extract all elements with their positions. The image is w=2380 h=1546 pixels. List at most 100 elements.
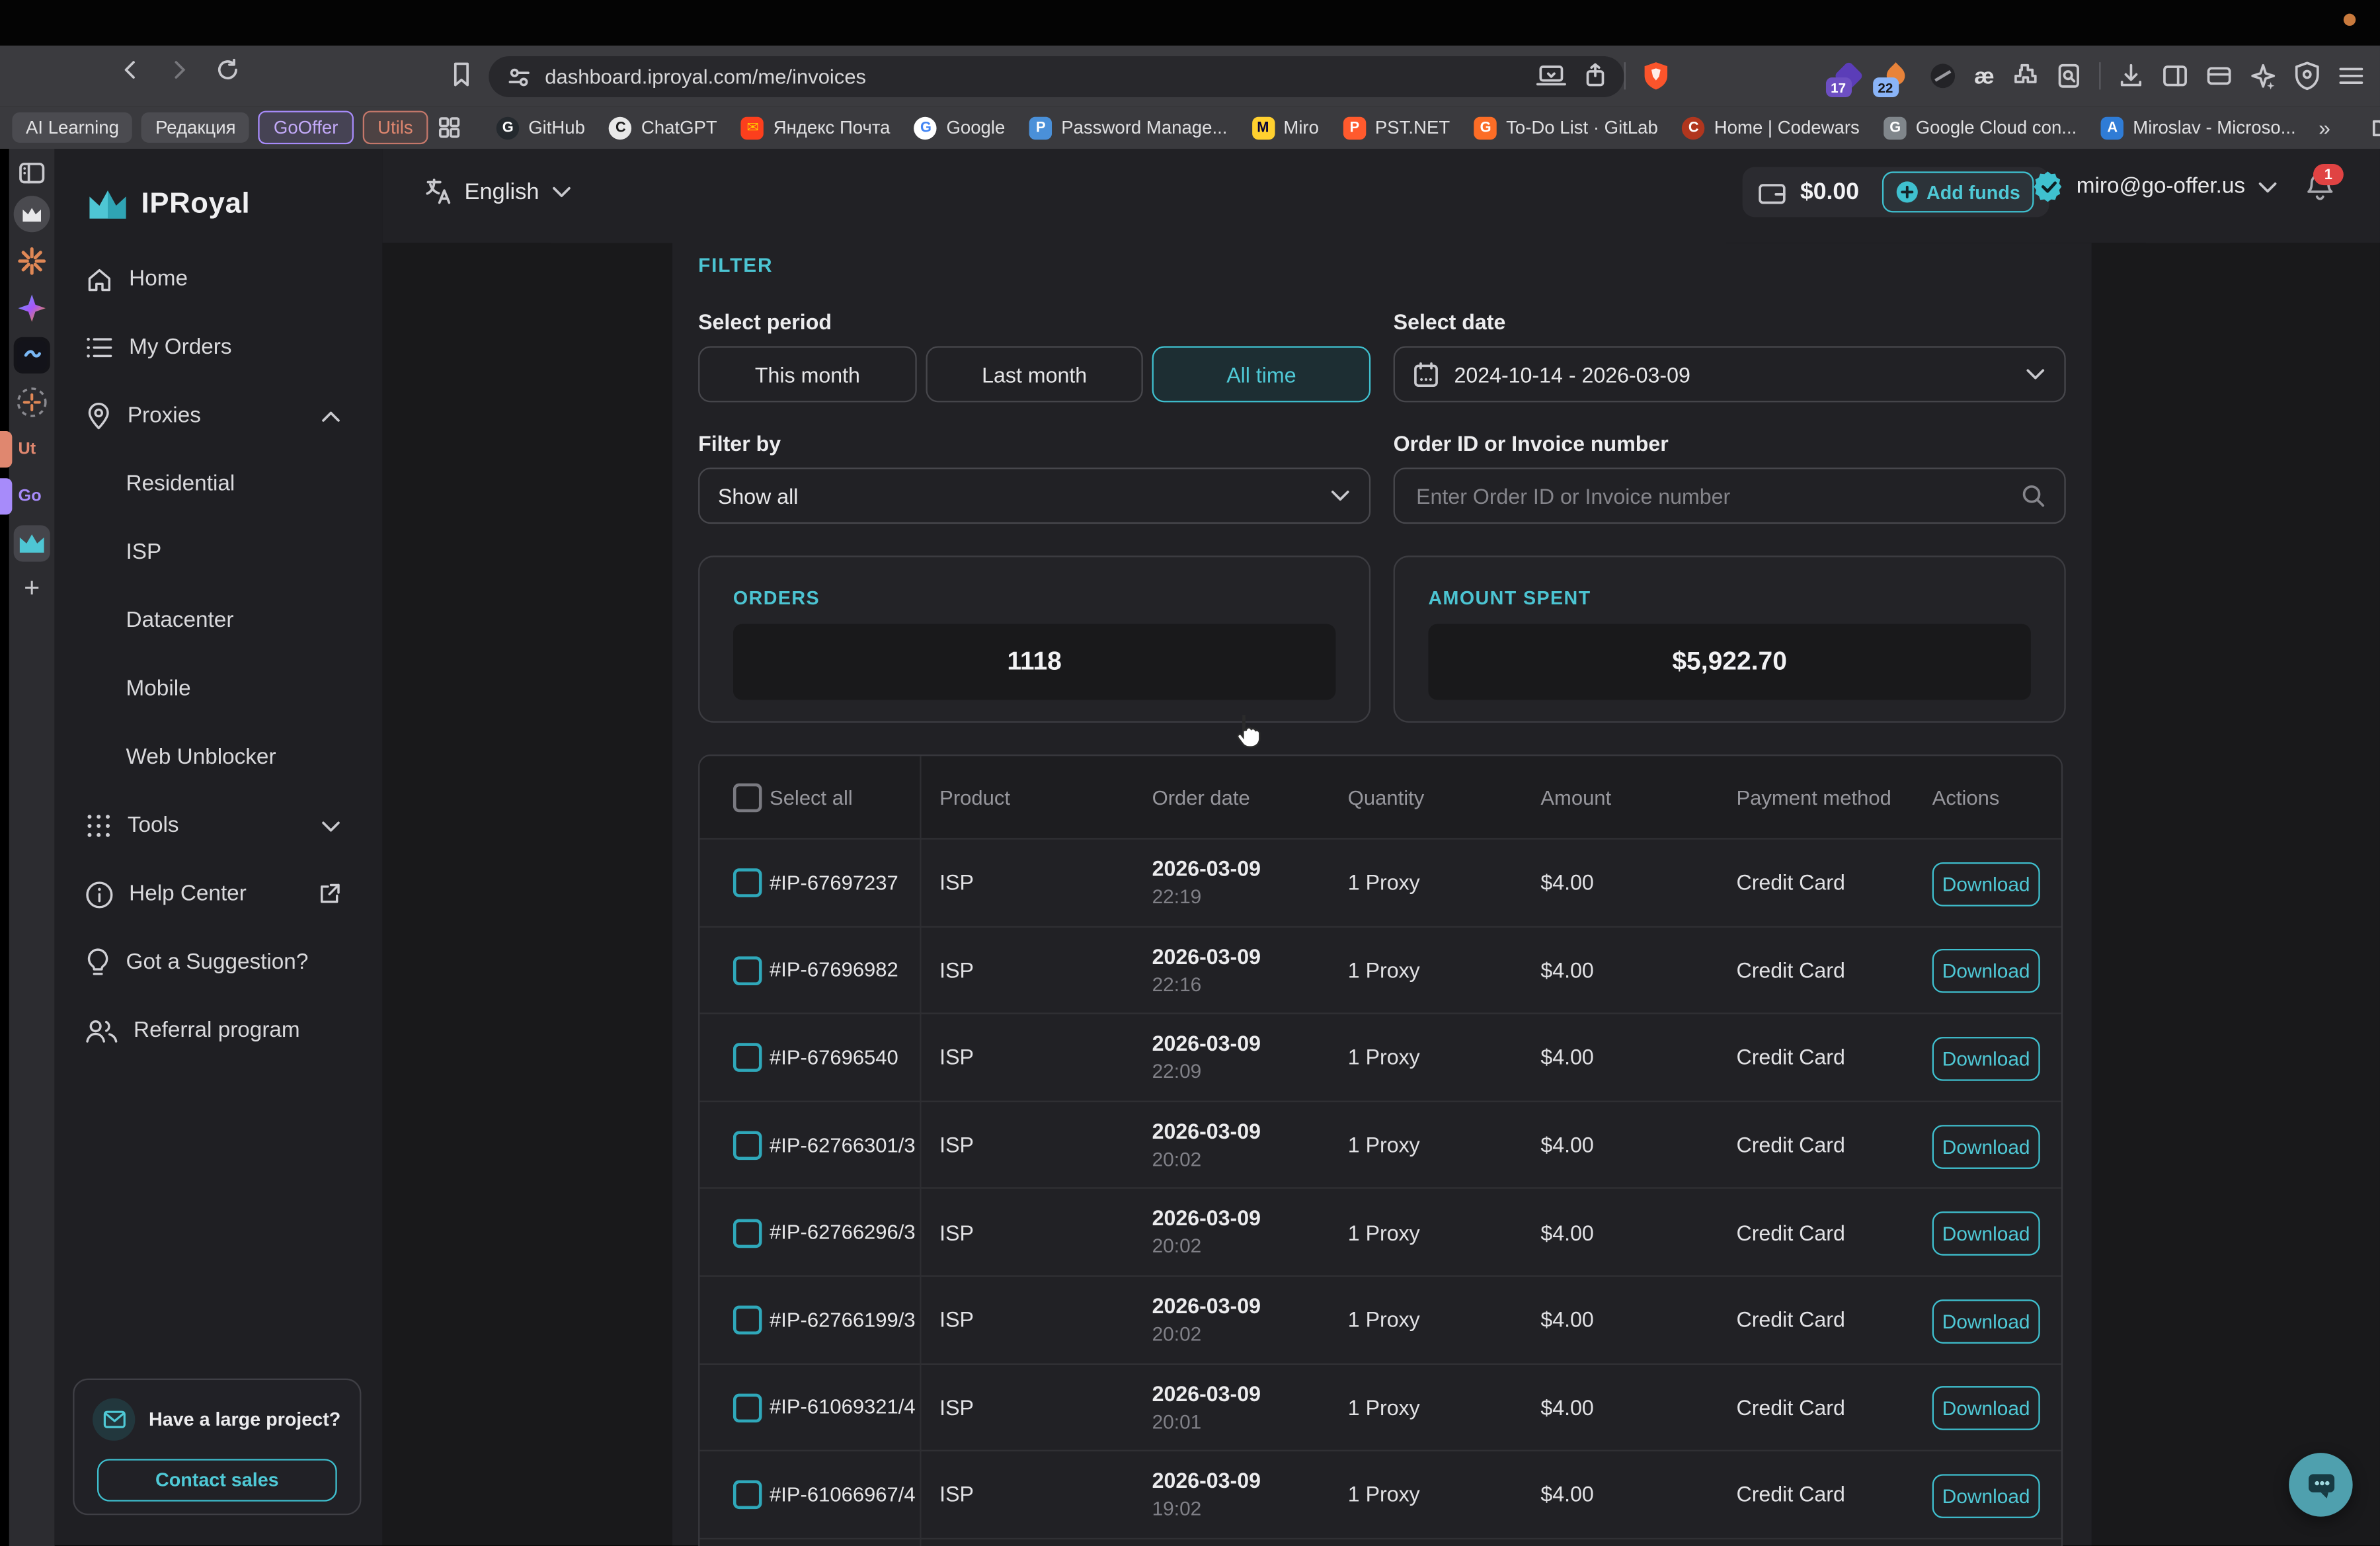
- row-checkbox[interactable]: [733, 869, 762, 898]
- downloads-icon[interactable]: [2118, 62, 2145, 89]
- sidebar-item-help-center[interactable]: Help Center: [85, 868, 352, 920]
- bookmarks-overflow-chevron[interactable]: »: [2313, 115, 2336, 140]
- extension-dark-icon[interactable]: [1927, 61, 1958, 91]
- bookmark-item[interactable]: M Miro: [1244, 116, 1327, 139]
- tab-crown-icon[interactable]: [14, 196, 50, 232]
- divider: [2099, 62, 2100, 89]
- sidebar-item-residential[interactable]: Residential: [85, 458, 393, 510]
- bookmark-chip[interactable]: Редакция: [141, 112, 249, 143]
- extension-purple-icon[interactable]: 17: [1833, 61, 1864, 91]
- laptop-sync-icon[interactable]: [1536, 63, 1566, 88]
- bookmark-item[interactable]: ✉ Яндекс Почта: [734, 116, 898, 139]
- bookmark-item[interactable]: P Password Manage...: [1022, 116, 1235, 139]
- filter-by-select[interactable]: Show all: [698, 468, 1370, 524]
- gitlab-icon: G: [1474, 116, 1497, 139]
- row-checkbox[interactable]: [733, 1043, 762, 1073]
- row-checkbox[interactable]: [733, 1131, 762, 1160]
- download-button[interactable]: Download: [1932, 1387, 2040, 1431]
- back-icon[interactable]: [118, 58, 143, 82]
- bookmarks-bar: AI Learning Редакция GoOffer Utils G GitHub…: [0, 106, 2380, 149]
- period-all-time-button[interactable]: All time: [1152, 346, 1371, 402]
- bookmark-item[interactable]: G To-Do List · GitLab: [1466, 116, 1665, 139]
- sidebar-item-got-a-suggestion-[interactable]: Got a Suggestion?: [85, 937, 352, 989]
- address-bar[interactable]: dashboard.iproyal.com/me/invoices: [489, 56, 1624, 97]
- bookmark-chip[interactable]: AI Learning: [12, 112, 132, 143]
- reload-icon[interactable]: [216, 58, 240, 82]
- download-button[interactable]: Download: [1932, 1212, 2040, 1256]
- iproyal-logo[interactable]: IPRoyal: [88, 188, 250, 222]
- sidebar-item-datacenter[interactable]: Datacenter: [85, 595, 393, 647]
- tab-codeium-icon[interactable]: [14, 337, 50, 374]
- order-id-search-input[interactable]: [1413, 482, 2004, 509]
- tab-panel-toggle-icon[interactable]: [19, 161, 46, 185]
- contact-sales-button[interactable]: Contact sales: [97, 1459, 337, 1501]
- tab-gemini-icon[interactable]: [14, 290, 50, 327]
- bookmark-item[interactable]: G GitHub: [489, 116, 592, 139]
- language-selector[interactable]: English: [425, 178, 573, 205]
- tab-iproyal-active[interactable]: [14, 525, 50, 561]
- sidebar-item-web-unblocker[interactable]: Web Unblocker: [85, 732, 393, 784]
- extension-orange-icon[interactable]: 22: [1880, 61, 1911, 91]
- row-checkbox[interactable]: [733, 956, 762, 985]
- menu-icon[interactable]: [2338, 63, 2365, 88]
- period-last-month-button[interactable]: Last month: [926, 346, 1142, 402]
- sidebar-item-mobile[interactable]: Mobile: [85, 663, 393, 715]
- apps-grid-icon[interactable]: [437, 115, 461, 140]
- vpn-shield-icon[interactable]: [2293, 61, 2320, 91]
- download-button[interactable]: Download: [1932, 1299, 2040, 1344]
- sidebar-item-proxies[interactable]: Proxies: [85, 390, 352, 442]
- share-icon[interactable]: [1583, 62, 1607, 89]
- tab-group-utils[interactable]: Ut: [9, 431, 55, 468]
- download-button[interactable]: Download: [1932, 1037, 2040, 1081]
- all-bookmarks-button[interactable]: Все закладки: [2364, 117, 2380, 138]
- period-this-month-button[interactable]: This month: [698, 346, 917, 402]
- download-button[interactable]: Download: [1932, 1124, 2040, 1168]
- sidebar-item-tools[interactable]: Tools: [85, 800, 352, 852]
- bookmark-item[interactable]: G Google Cloud con...: [1876, 116, 2084, 139]
- bookmark-item[interactable]: G Google: [907, 116, 1013, 139]
- tune-icon[interactable]: [507, 65, 532, 89]
- download-button[interactable]: Download: [1932, 1474, 2040, 1518]
- envelope-icon: [93, 1399, 135, 1441]
- live-chat-button[interactable]: [2289, 1453, 2352, 1516]
- row-checkbox[interactable]: [733, 1393, 762, 1422]
- row-checkbox[interactable]: [733, 1306, 762, 1335]
- row-checkbox[interactable]: [733, 1219, 762, 1248]
- bookmark-chip[interactable]: GoOffer: [258, 111, 353, 145]
- brave-shield-icon[interactable]: [1642, 61, 1669, 91]
- notifications-bell[interactable]: 1: [2305, 171, 2334, 202]
- sidebar-item-my-orders[interactable]: My Orders: [85, 322, 352, 374]
- account-menu[interactable]: miro@go-offer.us: [2034, 171, 2279, 202]
- puzzle-icon[interactable]: [2011, 62, 2038, 89]
- download-button[interactable]: Download: [1932, 862, 2040, 907]
- bookmark-flag-icon[interactable]: [450, 61, 474, 88]
- order-id: #IP-62766296/3: [770, 1221, 916, 1243]
- new-tab-button[interactable]: +: [24, 573, 40, 604]
- bookmark-item[interactable]: C ChatGPT: [602, 116, 725, 139]
- select-all-checkbox[interactable]: [733, 784, 762, 813]
- order-id: #IP-67696982: [770, 959, 898, 981]
- sidebar-item-isp[interactable]: ISP: [85, 527, 393, 579]
- bookmark-chip[interactable]: Utils: [362, 111, 428, 145]
- tab-group-gooffer[interactable]: Go: [9, 478, 55, 514]
- tab-dashed-starburst-icon[interactable]: [14, 384, 50, 421]
- row-checkbox[interactable]: [733, 1481, 762, 1510]
- wallet-card-icon[interactable]: [2205, 63, 2233, 88]
- bookmark-item[interactable]: A Miroslav - Microso...: [2094, 116, 2304, 139]
- order-id-search-field[interactable]: [1394, 468, 2066, 524]
- extension-ae-icon[interactable]: æ: [1974, 63, 1995, 89]
- bookmark-item[interactable]: P PST.NET: [1335, 116, 1457, 139]
- download-button[interactable]: Download: [1932, 950, 2040, 994]
- add-funds-button[interactable]: Add funds: [1882, 171, 2034, 212]
- page-search-icon[interactable]: [2055, 62, 2082, 89]
- sidebar-panel-icon[interactable]: [2161, 63, 2188, 88]
- leo-sparkle-icon[interactable]: [2250, 62, 2277, 89]
- sidebar-item-home[interactable]: Home: [85, 253, 352, 305]
- forward-icon[interactable]: [167, 58, 192, 82]
- tab-starburst-icon[interactable]: [14, 243, 50, 279]
- product-cell: ISP: [939, 1220, 974, 1244]
- sidebar-item-referral-program[interactable]: Referral program: [85, 1005, 352, 1057]
- bookmark-item[interactable]: C Home | Codewars: [1675, 116, 1867, 139]
- table-row: #IP-67696540 ISP 2026-03-09 22:09 1 Prox…: [699, 1013, 2061, 1100]
- date-range-select[interactable]: 2024-10-14 - 2026-03-09: [1394, 346, 2066, 402]
